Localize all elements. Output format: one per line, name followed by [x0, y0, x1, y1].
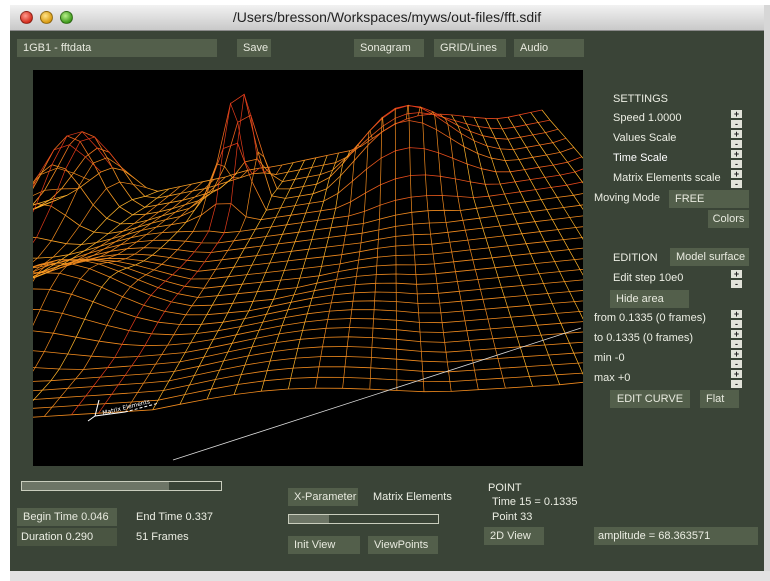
surface-mesh-cross [33, 94, 583, 417]
mesh-column [125, 151, 283, 412]
colors-button[interactable]: Colors [708, 210, 749, 228]
end-time-label: End Time 0.337 [136, 511, 214, 523]
min-label: min -0 [594, 352, 625, 364]
min-stepper[interactable]: + - [731, 350, 742, 370]
time-scale-label: Time Scale [613, 152, 668, 164]
from-stepper[interactable]: + - [731, 310, 742, 330]
mesh-row [33, 272, 583, 316]
mesh-column [33, 181, 204, 282]
flat-button[interactable]: Flat [700, 390, 739, 408]
speed-stepper[interactable]: + - [731, 110, 742, 130]
view-slider[interactable] [288, 514, 439, 524]
mesh-column [33, 204, 45, 210]
mesh-column [233, 155, 328, 395]
mesh-row [33, 262, 583, 307]
mesh-column [417, 106, 452, 392]
window-edge-bottom [10, 571, 770, 581]
point-heading: POINT [488, 482, 522, 494]
values-scale-label: Values Scale [613, 132, 677, 144]
duration-field[interactable]: Duration 0.290 [17, 528, 117, 546]
mesh-row [33, 372, 583, 409]
view-2d-button[interactable]: 2D View [484, 527, 544, 545]
frames-label: 51 Frames [136, 531, 189, 543]
matrix-scale-stepper[interactable]: + - [731, 170, 742, 190]
view-slider-fill [289, 515, 330, 523]
mesh-column [462, 115, 561, 385]
title-bar: /Users/bresson/Workspaces/myws/out-files… [10, 5, 764, 31]
hide-area-button[interactable]: Hide area [610, 290, 689, 308]
window-edge [764, 5, 770, 571]
speed-label: Speed 1.0000 [613, 112, 682, 124]
axis-label: Matrix Elements [102, 398, 151, 417]
x-parameter-button[interactable]: X-Parameter [288, 488, 358, 506]
mesh-column [440, 113, 506, 389]
point-time-label: Time 15 = 0.1335 [492, 496, 578, 508]
settings-heading: SETTINGS [613, 93, 669, 105]
matrix-scale-label: Matrix Elements scale [613, 172, 721, 184]
edit-step-stepper[interactable]: + - [731, 270, 742, 290]
values-scale-stepper[interactable]: + - [731, 130, 742, 150]
mesh-column [428, 111, 479, 390]
point-index-label: Point 33 [492, 511, 533, 523]
time-progress-bar[interactable] [21, 481, 222, 491]
max-stepper[interactable]: + - [731, 370, 742, 390]
mesh-row [33, 215, 583, 278]
to-label: to 0.1335 (0 frames) [594, 332, 694, 344]
mesh-column [33, 186, 181, 274]
from-label: from 0.1335 (0 frames) [594, 312, 706, 324]
mesh-row [33, 310, 583, 347]
edition-heading: EDITION [613, 252, 658, 264]
surface-plot[interactable]: Matrix Elements [33, 70, 583, 466]
mesh-row [33, 362, 583, 400]
mesh-row [33, 181, 583, 259]
surface-mesh [33, 93, 583, 418]
mesh-row [33, 331, 583, 370]
moving-mode-select[interactable]: FREE [669, 190, 749, 208]
amplitude-field: amplitude = 68.363571 [594, 527, 758, 545]
save-button[interactable]: Save [237, 39, 271, 57]
init-view-button[interactable]: Init View [288, 536, 360, 554]
audio-button[interactable]: Audio [514, 39, 584, 57]
mesh-column [33, 136, 124, 244]
mesh-column [33, 188, 79, 196]
viewpoints-button[interactable]: ViewPoints [368, 536, 438, 554]
begin-time-field[interactable]: Begin Time 0.046 [17, 508, 117, 526]
stream-selector[interactable]: 1GB1 - fftdata [17, 39, 217, 57]
time-scale-stepper[interactable]: + - [731, 150, 742, 170]
mesh-row [33, 104, 567, 216]
mesh-column [288, 150, 351, 390]
mesh-column [519, 114, 583, 210]
model-surface-button[interactable]: Model surface [670, 248, 749, 266]
time-progress-fill [22, 482, 170, 490]
mesh-column [179, 160, 305, 405]
edit-curve-button[interactable]: EDIT CURVE [610, 390, 690, 408]
mesh-row [33, 341, 583, 382]
to-stepper[interactable]: + - [731, 330, 742, 350]
surface-3d-view[interactable]: Matrix Elements [33, 70, 583, 466]
max-label: max +0 [594, 372, 631, 384]
edit-step-label: Edit step 10e0 [613, 272, 684, 284]
mesh-row [33, 321, 583, 358]
x-parameter-value: Matrix Elements [373, 491, 452, 503]
window-title: /Users/bresson/Workspaces/myws/out-files… [232, 9, 542, 25]
mesh-column [496, 118, 583, 276]
mesh-row [33, 300, 583, 336]
moving-mode-label: Moving Mode [594, 192, 661, 204]
app-window: /Users/bresson/Workspaces/myws/out-files… [0, 0, 770, 581]
sonagram-button[interactable]: Sonagram [354, 39, 424, 57]
grid-lines-button[interactable]: GRID/Lines [434, 39, 506, 57]
